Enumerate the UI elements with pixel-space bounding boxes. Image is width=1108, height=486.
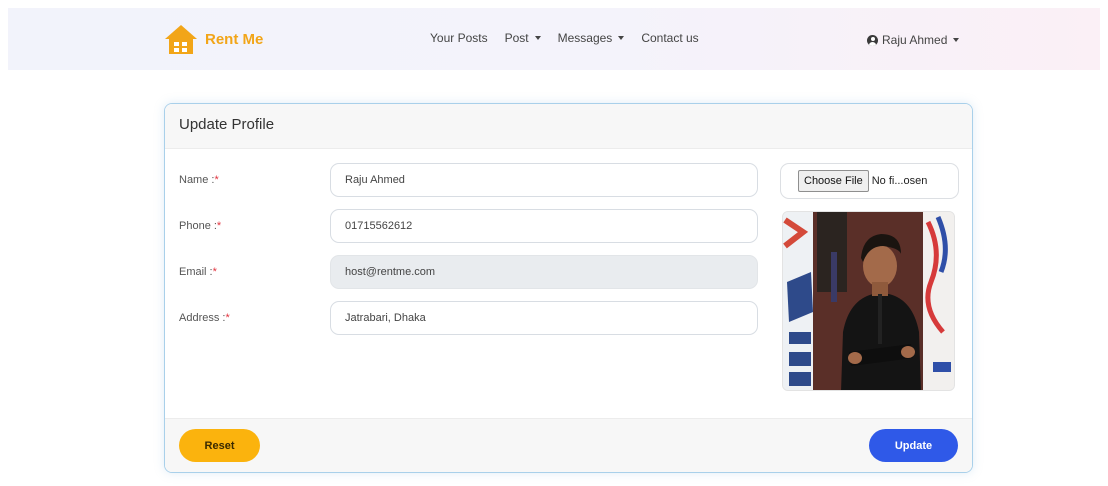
user-menu-dropdown[interactable]: Raju Ahmed [867,33,960,47]
caret-down-icon [534,36,541,40]
nav-link-label: Messages [557,31,613,45]
brand-name: Rent Me [205,30,264,48]
navbar: Rent Me Your Posts Post Messages Contact… [8,8,1100,70]
update-button[interactable]: Update [869,429,958,462]
name-input[interactable] [330,163,758,197]
reset-button[interactable]: Reset [179,429,260,462]
choose-file-button[interactable]: Choose File [798,170,869,192]
required-mark: * [225,312,230,324]
name-label: Name :* [179,174,219,186]
nav-link-label: Post [504,31,529,45]
caret-down-icon [618,36,625,40]
user-name: Raju Ahmed [882,33,948,47]
brand[interactable]: Rent Me [163,22,263,56]
nav-messages-dropdown[interactable]: Messages [558,31,625,45]
nav-link-label: Contact us [641,31,699,45]
profile-photo [782,211,955,391]
phone-input[interactable] [330,209,758,243]
nav-link-label: Your Posts [430,31,488,45]
required-mark: * [212,266,217,278]
file-name: No fi...osen [871,175,928,187]
email-label: Email :* [179,266,217,278]
update-profile-card: Update Profile Name :* Phone :* Email :*… [164,103,973,473]
required-mark: * [216,220,222,232]
address-label: Address :* [179,312,230,324]
card-title: Update Profile [179,116,275,133]
address-input[interactable] [330,301,758,335]
nav-contact-us[interactable]: Contact us [641,31,698,45]
card-footer [165,418,972,472]
caret-down-icon [953,38,960,42]
required-mark: * [214,174,219,186]
email-input [330,255,758,289]
card-header: Update Profile [165,104,972,149]
nav-post-dropdown[interactable]: Post [505,31,541,45]
user-circle-icon [867,34,878,46]
profile-photo-file-input[interactable]: Choose File No fi...osen [780,163,959,199]
nav-links: Your Posts Post Messages Contact us [430,31,716,45]
house-logo-icon [163,22,199,56]
nav-your-posts[interactable]: Your Posts [430,31,488,45]
phone-label: Phone :* [179,220,222,232]
